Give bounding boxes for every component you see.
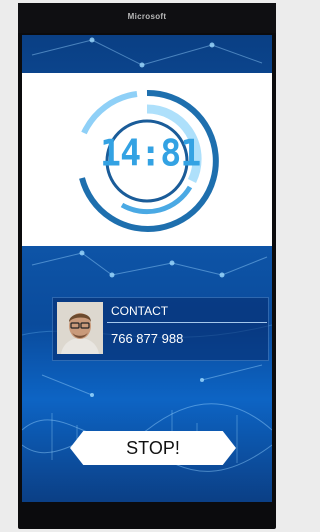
contact-avatar xyxy=(57,302,103,354)
contact-card[interactable]: CONTACT 766 877 988 xyxy=(52,297,269,361)
countdown-timer: 14:81 xyxy=(100,133,201,175)
contact-label: CONTACT xyxy=(111,304,169,318)
phone-frame: Microsoft 14:81 CONTACT 766 877 988 STOP… xyxy=(18,3,276,529)
avatar-photo-icon xyxy=(57,302,103,354)
contact-phone-number: 766 877 988 xyxy=(111,331,184,346)
timer-panel: 14:81 xyxy=(22,73,272,246)
carrier-label: Microsoft xyxy=(127,12,167,21)
contact-divider xyxy=(107,322,267,323)
app-screen: 14:81 CONTACT 766 877 988 STOP! xyxy=(22,35,272,502)
stop-button[interactable]: STOP! xyxy=(70,431,236,465)
status-bar: Microsoft xyxy=(18,3,276,33)
